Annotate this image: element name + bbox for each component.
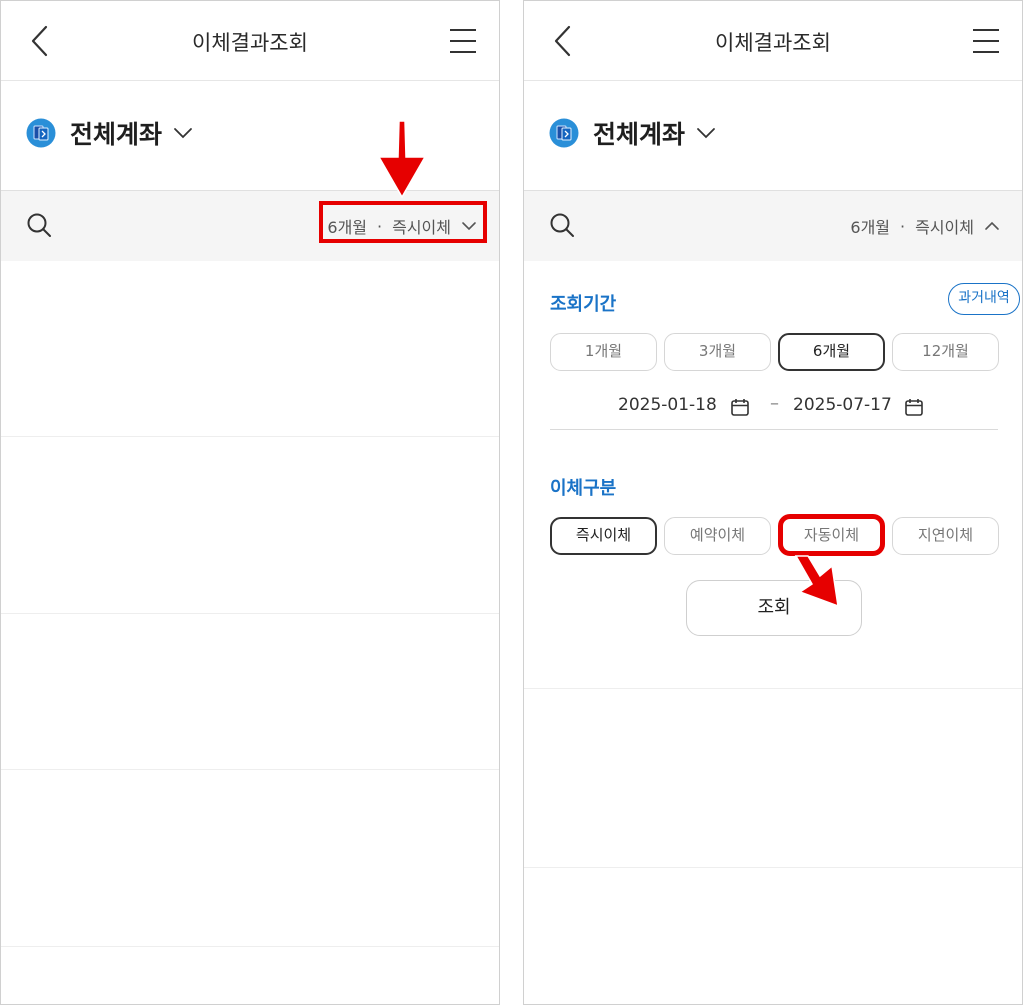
chevron-down-icon	[174, 128, 192, 139]
annotation-highlight-box	[319, 201, 487, 243]
menu-button[interactable]	[972, 27, 1000, 55]
divider	[524, 867, 1022, 868]
period-1-month-button[interactable]: 1개월	[550, 333, 657, 371]
back-arrow-icon	[554, 25, 571, 57]
delayed-transfer-button[interactable]: 지연이체	[892, 517, 999, 555]
date-separator: –	[770, 393, 779, 414]
annotation-highlight-box	[778, 514, 885, 556]
period-3-months-button[interactable]: 3개월	[664, 333, 771, 371]
hamburger-menu-icon	[973, 29, 999, 53]
hamburger-menu-icon	[450, 29, 476, 53]
start-date[interactable]: 2025-01-18	[618, 395, 717, 415]
instant-transfer-button[interactable]: 즉시이체	[550, 517, 657, 555]
app-header: 이체결과조회	[524, 1, 1022, 81]
menu-button[interactable]	[449, 27, 477, 55]
calendar-icon[interactable]	[904, 397, 924, 417]
search-icon[interactable]	[25, 211, 53, 239]
date-range: 2025-01-18 – 2025-07-17	[550, 391, 998, 430]
annotation-arrow	[794, 555, 839, 608]
divider	[524, 688, 1022, 689]
bank-logo-icon	[26, 118, 56, 148]
back-button[interactable]	[546, 23, 582, 59]
period-section-label: 조회기간	[550, 294, 617, 315]
transfer-type-section-label: 이체구분	[550, 478, 617, 499]
divider	[1, 946, 499, 947]
left-screen: 이체결과조회 전체계좌 6개월 · 즉시이체	[0, 0, 500, 1005]
transfer-type-options: 즉시이체 예약이체 자동이체 지연이체	[550, 517, 999, 555]
divider	[1, 613, 499, 614]
divider	[1, 769, 499, 770]
bank-logo-icon	[549, 118, 579, 148]
account-name: 전체계좌	[593, 120, 686, 149]
chevron-down-icon	[697, 128, 715, 139]
page-title: 이체결과조회	[715, 31, 831, 55]
end-date[interactable]: 2025-07-17	[793, 395, 892, 415]
account-name: 전체계좌	[70, 120, 163, 149]
page-title: 이체결과조회	[192, 31, 308, 55]
back-button[interactable]	[23, 23, 59, 59]
account-selector[interactable]: 전체계좌	[26, 115, 194, 151]
filter-separator: ·	[900, 216, 906, 236]
chevron-up-icon	[985, 221, 999, 230]
filter-period: 6개월	[850, 218, 891, 237]
account-selector[interactable]: 전체계좌	[549, 115, 717, 151]
search-icon[interactable]	[548, 211, 576, 239]
filter-summary-toggle[interactable]: 6개월 · 즉시이체	[850, 212, 1000, 240]
scheduled-transfer-button[interactable]: 예약이체	[664, 517, 771, 555]
filter-bar: 6개월 · 즉시이체	[524, 190, 1022, 261]
right-screen: 이체결과조회 전체계좌 6개월 · 즉시이체 조회기간 과거내역 1개월 3개월…	[523, 0, 1023, 1005]
annotation-arrow	[377, 120, 427, 199]
back-arrow-icon	[31, 25, 48, 57]
filter-type: 즉시이체	[915, 218, 974, 237]
app-header: 이체결과조회	[1, 1, 499, 81]
period-options: 1개월 3개월 6개월 12개월	[550, 333, 999, 371]
period-12-months-button[interactable]: 12개월	[892, 333, 999, 371]
period-6-months-button[interactable]: 6개월	[778, 333, 885, 371]
past-history-button[interactable]: 과거내역	[948, 283, 1020, 315]
divider	[1, 436, 499, 437]
calendar-icon[interactable]	[730, 397, 750, 417]
